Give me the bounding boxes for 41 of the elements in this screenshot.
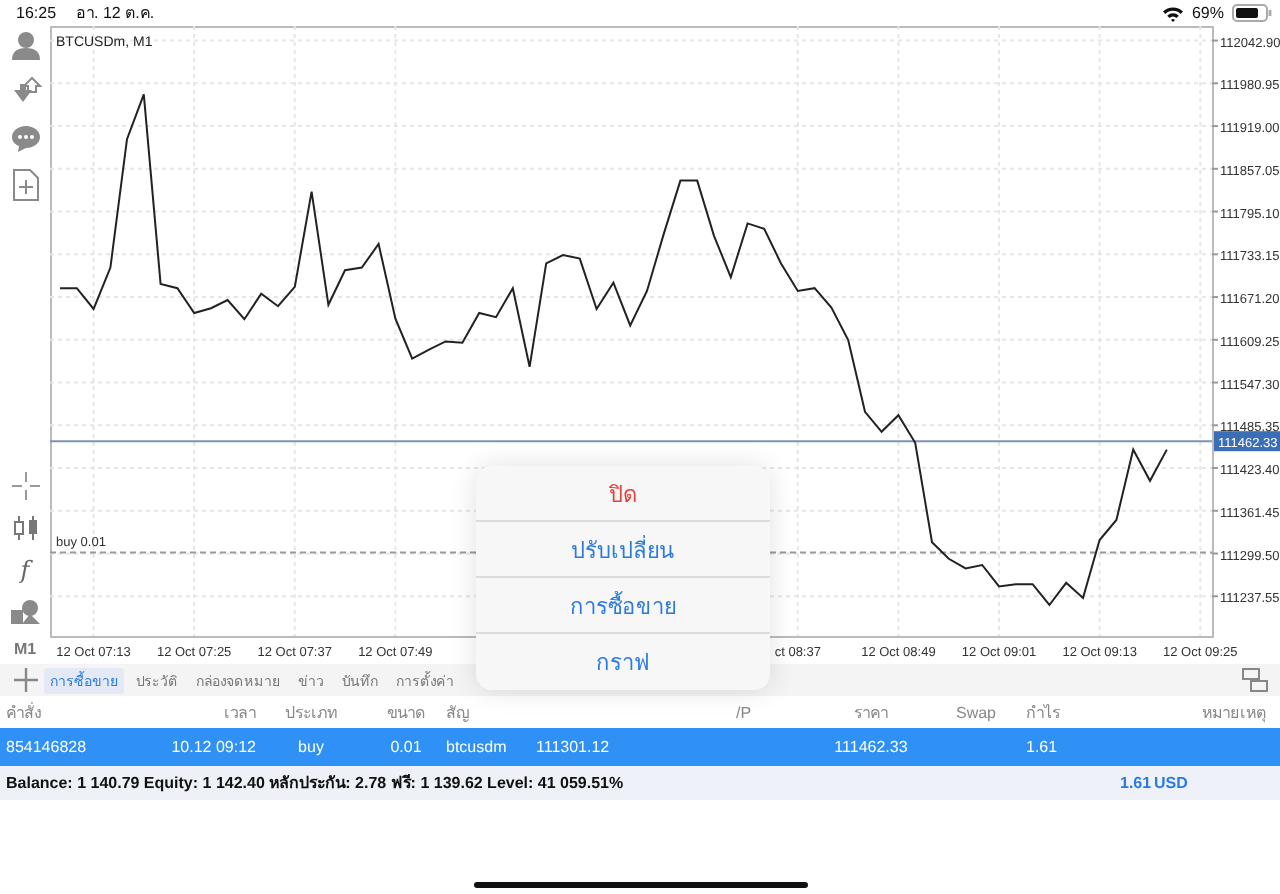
column-header: ขนาด (385, 701, 427, 725)
column-header: ราคา (852, 701, 890, 725)
action-sheet-item[interactable]: ปรับเปลี่ยน (476, 522, 770, 578)
column-header: กำไร (1026, 701, 1062, 725)
action-sheet-item[interactable]: การซื้อขาย (476, 578, 770, 634)
table-cell-text: 10.12 09:12 (169, 738, 256, 756)
column-header: สัญ (446, 701, 472, 725)
account-summary: Balance: 1 140.79 Equity: 1 142.40 หลักประกัน: 2.78 ฟรี: 1 139.62 Level: 41 059.51% (6, 772, 624, 796)
total-profit: 1.61 (1120, 774, 1154, 792)
wifi-icon (1161, 5, 1184, 21)
table-cell-text: buy (296, 738, 326, 756)
currency: USD (1154, 774, 1190, 792)
indicators-button[interactable]: f (20, 556, 30, 584)
table-cell-text: 1.61 (1026, 738, 1060, 756)
table-cell-text: btcusdm (446, 738, 509, 756)
add-icon[interactable] (14, 668, 38, 692)
table-cell-text: 111462.33 (832, 738, 910, 756)
chat-icon[interactable] (9, 122, 41, 154)
column-header: หมายเหตุ (1200, 701, 1266, 725)
table-cell-text: 111301.12 (536, 738, 612, 756)
column-header: เวลา (222, 701, 256, 725)
account-icon[interactable] (9, 30, 41, 62)
table-cell-text: 0.01 (388, 738, 424, 756)
action-sheet-item[interactable]: กราฟ (476, 634, 770, 690)
column-header: Swap (953, 703, 998, 721)
candlestick-icon[interactable] (11, 514, 39, 542)
column-header: คำสั่ง (6, 700, 44, 725)
action-sheet-item[interactable]: ปิด (476, 466, 770, 522)
new-document-icon[interactable] (11, 168, 39, 202)
order-row[interactable]: 854146828 10.12 09:12 buy 0.01 btcusdm 111301.12 111462.33 1.61 (0, 728, 1280, 766)
column-header: ประเภท (283, 701, 339, 725)
status-time: 16:25 (16, 4, 57, 22)
battery-icon (1232, 4, 1272, 22)
table-cell-text: 854146828 (6, 738, 89, 756)
layout-icon[interactable] (1242, 668, 1268, 692)
column-header: /P (736, 703, 754, 721)
battery-percent: 69% (1191, 4, 1224, 22)
status-date: อา. 12 ต.ค. (76, 2, 155, 26)
timeframe-button[interactable]: M1 (13, 640, 37, 658)
crosshair-icon[interactable] (11, 472, 39, 500)
objects-icon[interactable] (9, 598, 41, 626)
